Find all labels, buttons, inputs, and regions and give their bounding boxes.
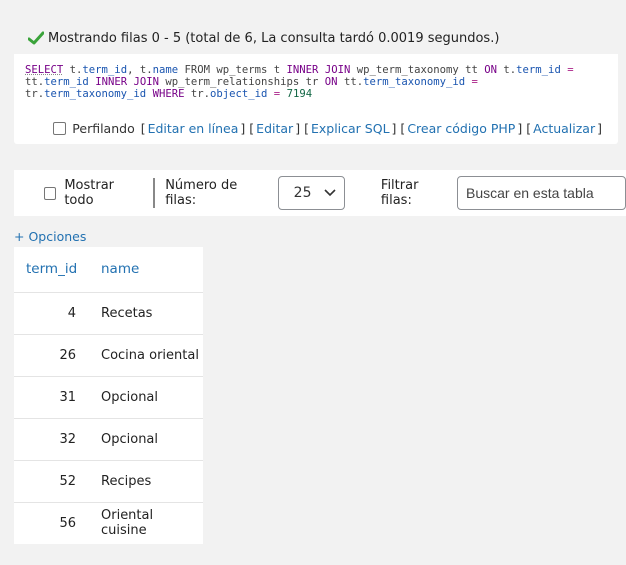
- edit-link[interactable]: Editar: [256, 121, 293, 136]
- cell-name[interactable]: Recipes: [90, 460, 203, 503]
- cell-term-id[interactable]: 4: [14, 292, 90, 335]
- cell-term-id[interactable]: 56: [14, 502, 90, 544]
- profiling-bar: Perfilando [Editar en línea] [Editar] [E…: [14, 118, 618, 138]
- cell-term-id[interactable]: 52: [14, 460, 90, 503]
- rows-count-label: Número de filas:: [165, 178, 238, 208]
- success-message: Mostrando filas 0 - 5 (total de 6, La co…: [14, 22, 618, 54]
- chevron-down-icon: [324, 189, 336, 197]
- rows-count-value: 25: [293, 185, 312, 201]
- results-table: term_id name 4 Recetas 26 Cocina orienta…: [14, 247, 203, 544]
- table-header-row: term_id name: [14, 247, 203, 293]
- refresh-link[interactable]: Actualizar: [533, 121, 595, 136]
- filter-rows-label: Filtrar filas:: [380, 178, 419, 208]
- options-link[interactable]: + Opciones: [14, 229, 86, 244]
- show-all-label: Mostrar todo: [64, 178, 115, 208]
- column-header-term-id[interactable]: term_id: [14, 247, 90, 293]
- sql-line-3: tr.term_taxonomy_id WHERE tr.object_id =…: [25, 88, 313, 100]
- explain-sql-link[interactable]: Explicar SQL: [311, 121, 390, 136]
- table-row: 26 Cocina oriental: [14, 334, 203, 377]
- search-table-input[interactable]: [457, 176, 626, 210]
- cell-name[interactable]: Recetas: [90, 292, 203, 335]
- table-row: 32 Opcional: [14, 418, 203, 461]
- cell-term-id[interactable]: 31: [14, 376, 90, 419]
- column-header-name[interactable]: name: [90, 247, 203, 293]
- cell-name[interactable]: Cocina oriental: [90, 334, 203, 377]
- sql-query-box: SELECT t.term_id, t.name FROM wp_terms t…: [14, 54, 618, 112]
- edit-inline-link[interactable]: Editar en línea: [148, 121, 239, 136]
- cell-name[interactable]: Opcional: [90, 418, 203, 461]
- sql-line-1: SELECT t.term_id, t.name FROM wp_terms t…: [25, 64, 574, 76]
- divider: [153, 178, 156, 208]
- rows-count-select[interactable]: 25: [277, 176, 345, 210]
- profiling-label: Perfilando: [72, 120, 135, 136]
- show-all-checkbox[interactable]: [44, 186, 57, 200]
- table-row: 31 Opcional: [14, 376, 203, 419]
- check-icon: [28, 31, 44, 45]
- table-row: 4 Recetas: [14, 292, 203, 335]
- profiling-checkbox[interactable]: [53, 121, 67, 135]
- navigation-bar: Mostrar todo Número de filas: 25 Filtrar…: [14, 170, 626, 216]
- success-text: Mostrando filas 0 - 5 (total de 6, La co…: [48, 30, 500, 46]
- cell-term-id[interactable]: 26: [14, 334, 90, 377]
- create-php-code-link[interactable]: Crear código PHP: [407, 121, 515, 136]
- table-row: 56 Oriental cuisine: [14, 502, 203, 544]
- cell-term-id[interactable]: 32: [14, 418, 90, 461]
- cell-name[interactable]: Opcional: [90, 376, 203, 419]
- cell-name[interactable]: Oriental cuisine: [90, 502, 203, 544]
- query-result-box: Mostrando filas 0 - 5 (total de 6, La co…: [14, 22, 618, 144]
- sql-line-2: tt.term_id INNER JOIN wp_term_relationsh…: [25, 76, 478, 88]
- table-row: 52 Recipes: [14, 460, 203, 503]
